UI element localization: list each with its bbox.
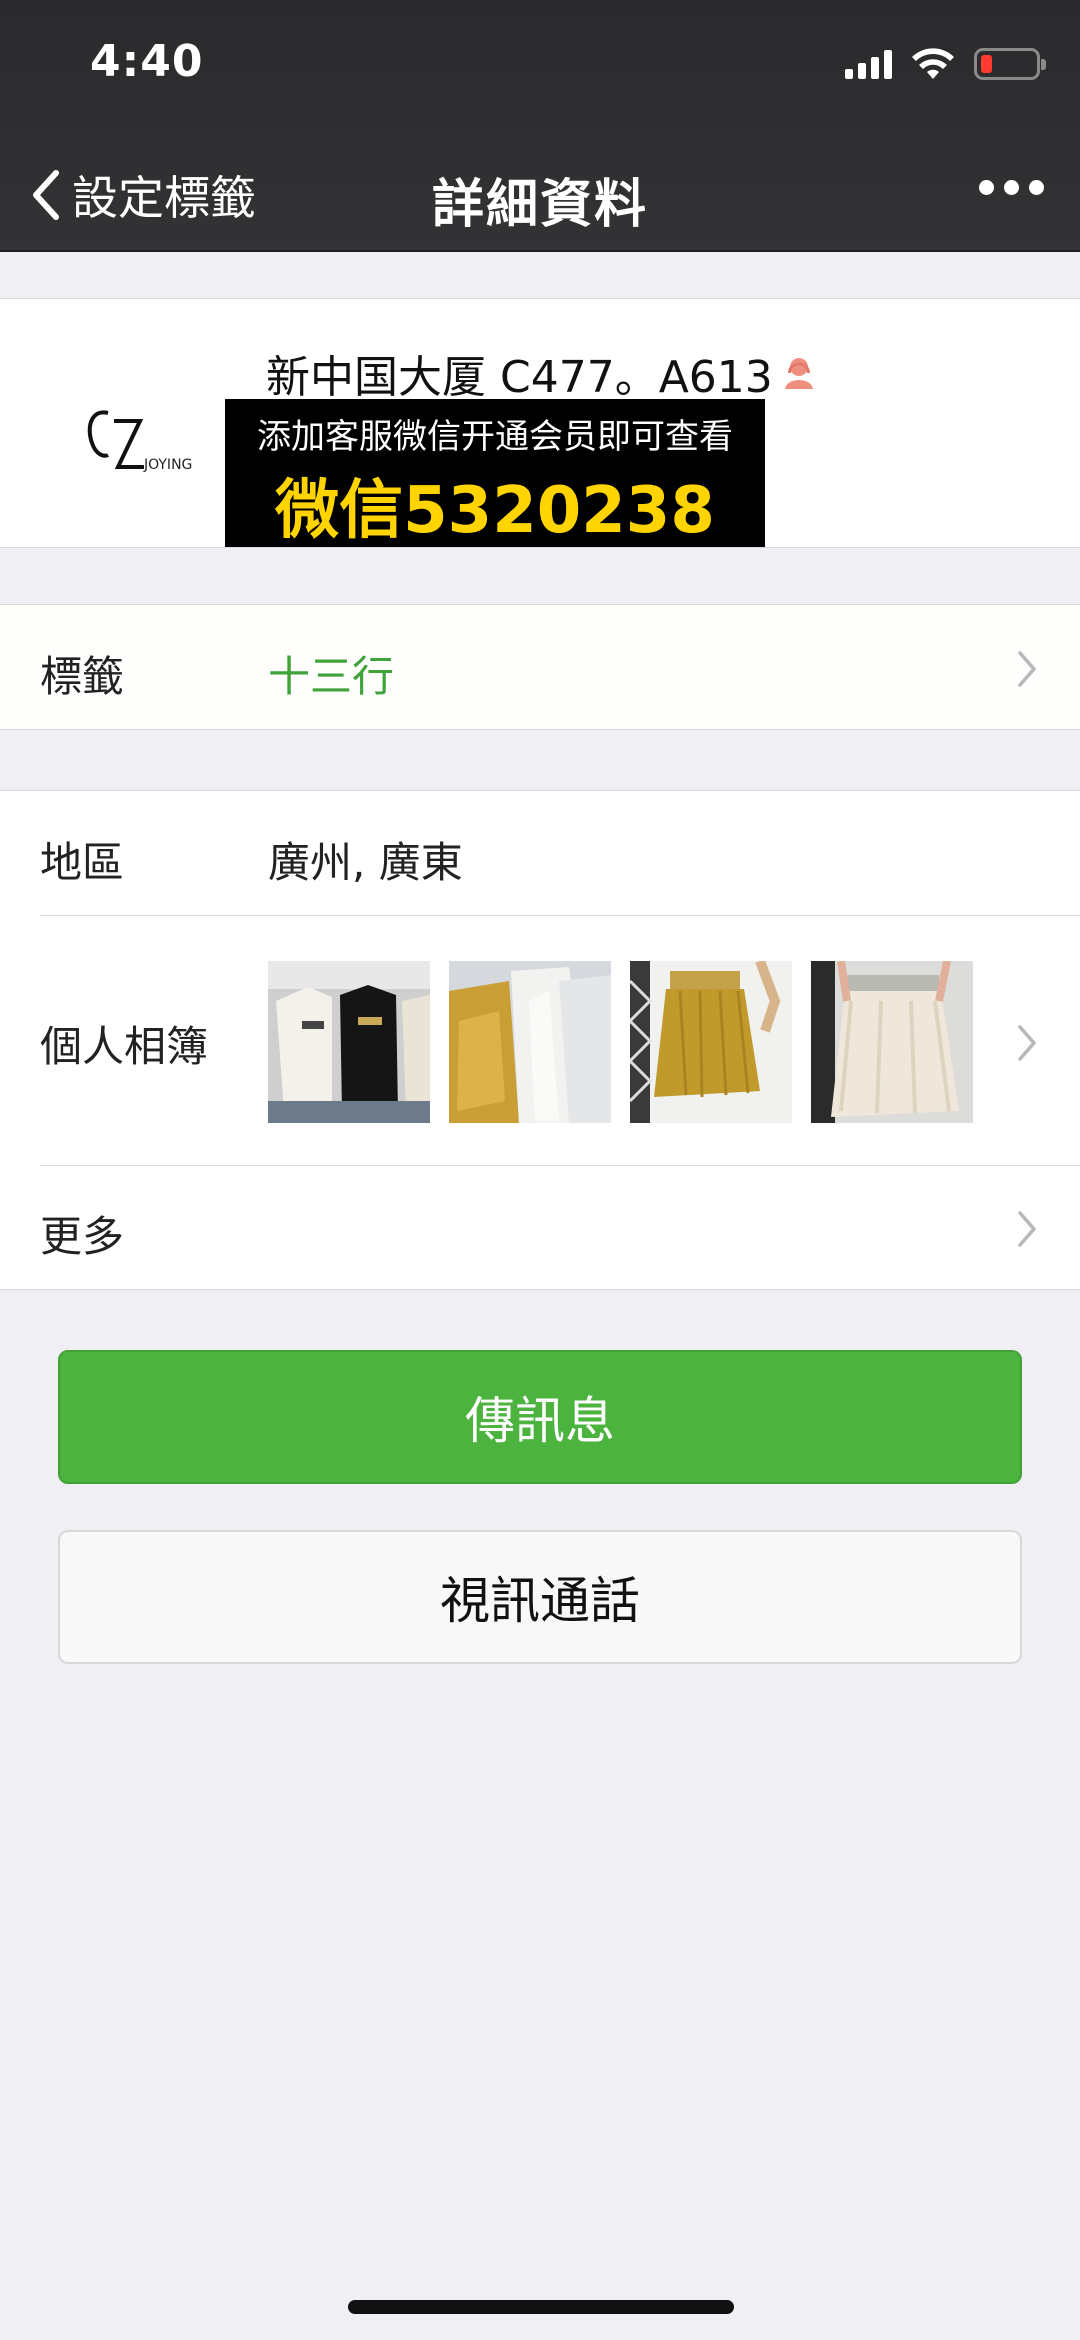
wifi-icon	[912, 48, 954, 79]
album-label: 個人相簿	[40, 1022, 209, 1071]
region-label: 地區	[40, 838, 125, 887]
page-title: 詳細資料	[431, 175, 648, 235]
profile-name-row: 新中国大厦 C477。A613	[266, 341, 819, 405]
divider	[40, 1165, 1080, 1166]
avatar-logo: JOYING	[87, 410, 192, 473]
status-icons	[845, 44, 1046, 84]
profile-name: 新中国大厦 C477。A613	[266, 352, 773, 403]
profile-card: JOYING 新中国大厦 C477。A613 添加客服微信开通会员即可查看 微信…	[0, 298, 1080, 548]
chevron-right-icon	[1018, 1025, 1036, 1061]
chevron-right-icon	[1018, 1211, 1036, 1247]
promo-line2: 微信5320238	[275, 474, 715, 548]
battery-icon	[974, 48, 1046, 80]
status-time: 4:40	[90, 36, 204, 87]
album-photo[interactable]	[268, 961, 430, 1123]
tag-row[interactable]: 標籤 十三行	[0, 604, 1080, 730]
home-indicator[interactable]	[348, 2300, 734, 2314]
divider	[40, 915, 1080, 916]
more-dots-icon[interactable]	[979, 180, 1044, 195]
album-photo[interactable]	[630, 961, 792, 1123]
avatar[interactable]: JOYING	[44, 351, 212, 519]
video-call-button[interactable]: 視訊通話	[58, 1530, 1022, 1664]
send-message-button[interactable]: 傳訊息	[58, 1350, 1022, 1484]
tag-value: 十三行	[268, 652, 395, 701]
chevron-right-icon	[1018, 651, 1036, 687]
female-user-icon	[784, 358, 813, 389]
tag-label: 標籤	[40, 652, 125, 701]
signal-icon	[845, 49, 892, 79]
navigation-bar: 設定標籤 詳細資料	[0, 150, 1080, 250]
promo-overlay: 添加客服微信开通会员即可查看 微信5320238	[225, 399, 765, 548]
album-photo[interactable]	[449, 961, 611, 1123]
promo-line1: 添加客服微信开通会员即可查看	[257, 417, 733, 457]
svg-text:JOYING: JOYING	[143, 457, 192, 473]
top-bar: 4:40 設定標籤 詳細資料	[0, 0, 1080, 252]
region-value: 廣州, 廣東	[268, 838, 463, 887]
more-label: 更多	[40, 1212, 125, 1261]
album-photo[interactable]	[811, 961, 973, 1123]
info-card: 地區 廣州, 廣東 個人相簿 更多	[0, 790, 1080, 1290]
